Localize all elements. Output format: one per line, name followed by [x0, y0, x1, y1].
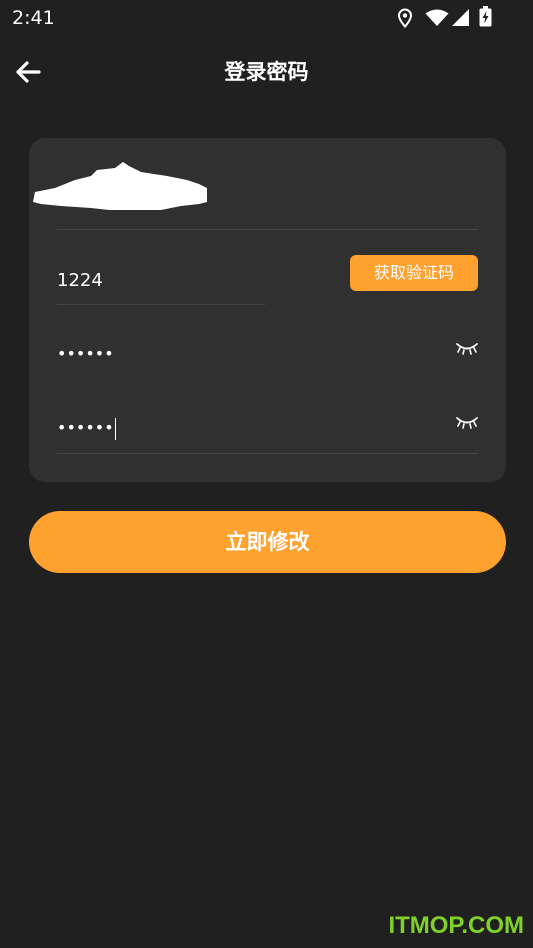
eye-closed-icon[interactable] [453, 339, 481, 359]
text-caret [114, 417, 116, 440]
wifi-icon [425, 9, 449, 26]
password-input[interactable]: •••••• [57, 334, 447, 374]
get-code-button[interactable]: 获取验证码 [350, 255, 478, 291]
confirm-divider [57, 453, 478, 454]
status-time: 2:41 [12, 7, 55, 29]
account-field-redacted[interactable] [31, 154, 207, 210]
confirm-password-dots: •••••• [57, 418, 114, 437]
account-divider [57, 229, 478, 230]
watermark: ITMOP.COM [388, 912, 524, 939]
form-card: 1224 获取验证码 •••••• •••••• [29, 138, 506, 482]
submit-button[interactable]: 立即修改 [29, 511, 506, 573]
confirm-password-value: •••••• [57, 416, 116, 440]
verification-code-input[interactable]: 1224 [57, 260, 265, 300]
battery-charging-icon [479, 6, 492, 27]
location-icon [397, 8, 413, 28]
signal-icon [452, 9, 469, 26]
code-divider [57, 304, 265, 305]
status-bar: 2:41 [0, 0, 533, 36]
confirm-password-input[interactable]: •••••• [57, 408, 447, 448]
password-value: •••••• [57, 344, 114, 363]
verification-code-value: 1224 [57, 270, 103, 291]
eye-closed-icon[interactable] [453, 413, 481, 433]
page-title: 登录密码 [224, 60, 309, 84]
